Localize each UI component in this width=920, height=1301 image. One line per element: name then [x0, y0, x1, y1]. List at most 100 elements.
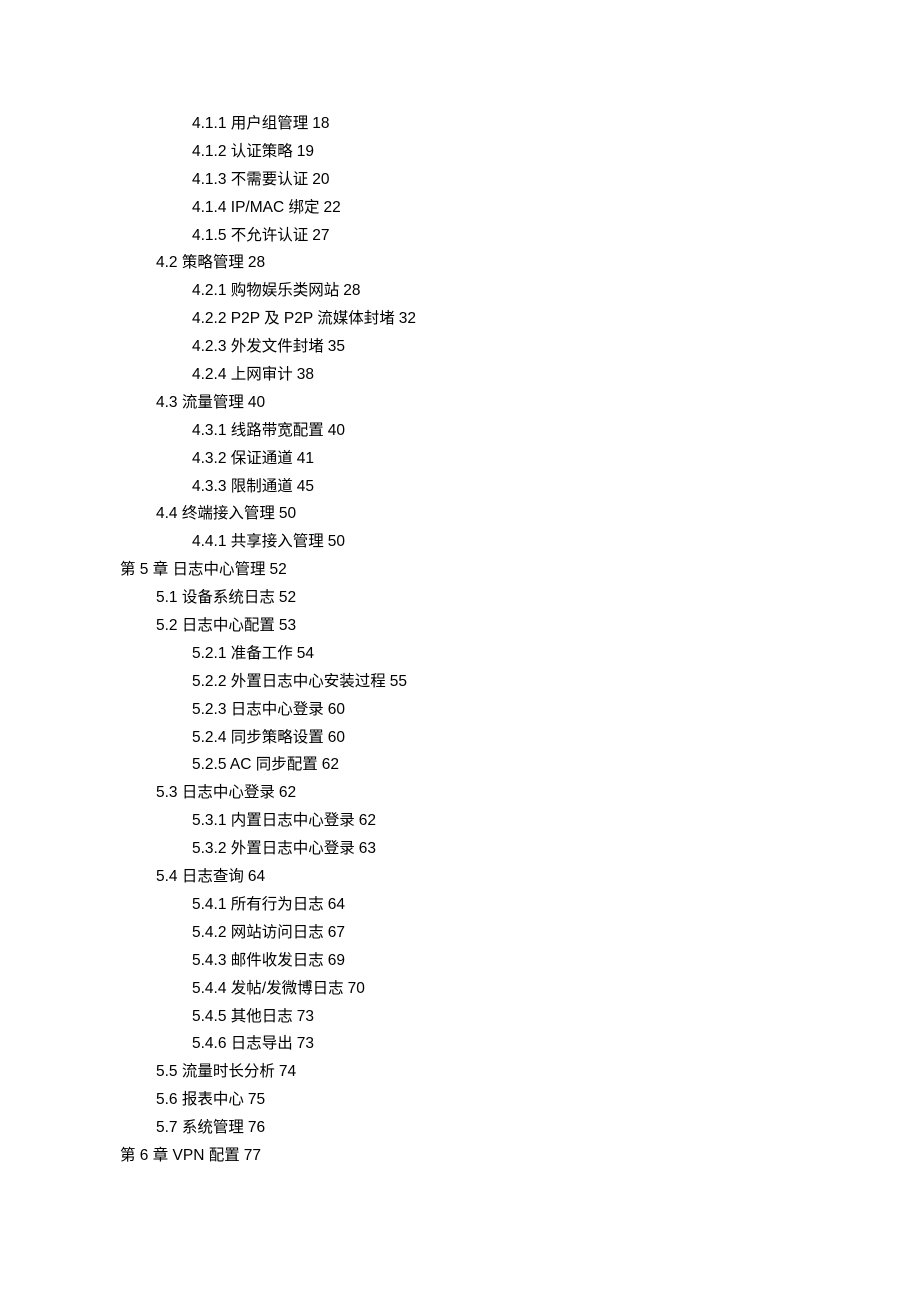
toc-entry-label: 5.4.6 日志导出	[192, 1035, 293, 1052]
toc-entry-page: 27	[312, 227, 329, 244]
toc-entry-label: 5.2.2 外置日志中心安装过程	[192, 673, 386, 690]
toc-entry-label: 4.1.3 不需要认证	[192, 171, 308, 188]
toc-entry-label: 4.2.3 外发文件封堵	[192, 338, 324, 355]
toc-entry[interactable]: 4.1.2 认证策略19	[120, 138, 800, 166]
toc-entry-label: 5.3.1 内置日志中心登录	[192, 812, 355, 829]
toc-entry[interactable]: 5.2 日志中心配置53	[120, 612, 800, 640]
toc-entry[interactable]: 4.4.1 共享接入管理50	[120, 528, 800, 556]
toc-entry-page: 45	[297, 478, 314, 495]
toc-entry[interactable]: 5.7 系统管理76	[120, 1114, 800, 1142]
toc-entry[interactable]: 4.3.1 线路带宽配置40	[120, 417, 800, 445]
toc-entry-label: 4.2 策略管理	[156, 254, 244, 271]
toc-entry-label: 5.6 报表中心	[156, 1091, 244, 1108]
toc-entry-label: 4.4 终端接入管理	[156, 505, 275, 522]
toc-entry[interactable]: 4.2.4 上网审计38	[120, 361, 800, 389]
toc-entry-page: 40	[328, 422, 345, 439]
toc-entry-label: 5.4 日志查询	[156, 868, 244, 885]
toc-entry-page: 73	[297, 1035, 314, 1052]
toc-entry-page: 60	[328, 729, 345, 746]
toc-entry-page: 50	[328, 533, 345, 550]
toc-entry-label: 5.2 日志中心配置	[156, 617, 275, 634]
toc-entry-page: 76	[248, 1119, 265, 1136]
toc-entry[interactable]: 5.2.2 外置日志中心安装过程55	[120, 668, 800, 696]
toc-entry-label: 5.2.1 准备工作	[192, 645, 293, 662]
toc-entry-label: 4.1.1 用户组管理	[192, 115, 308, 132]
toc-entry-page: 35	[328, 338, 345, 355]
toc-entry-page: 63	[359, 840, 376, 857]
toc-entry-page: 22	[323, 199, 340, 216]
toc-entry[interactable]: 5.4.5 其他日志73	[120, 1003, 800, 1031]
toc-entry[interactable]: 第 5 章 日志中心管理52	[120, 556, 800, 584]
toc-entry-label: 第 5 章 日志中心管理	[120, 561, 266, 578]
toc-entry-page: 70	[348, 980, 365, 997]
toc-entry-label: 5.3 日志中心登录	[156, 784, 275, 801]
toc-entry-page: 19	[297, 143, 314, 160]
toc-entry[interactable]: 5.3.1 内置日志中心登录62	[120, 807, 800, 835]
toc-entry-page: 52	[270, 561, 287, 578]
toc-entry[interactable]: 5.2.5 AC 同步配置62	[120, 751, 800, 779]
toc-entry-page: 28	[343, 282, 360, 299]
toc-entry[interactable]: 4.2 策略管理28	[120, 249, 800, 277]
toc-entry[interactable]: 5.4.2 网站访问日志67	[120, 919, 800, 947]
toc-entry-page: 55	[390, 673, 407, 690]
toc-entry-label: 4.2.2 P2P 及 P2P 流媒体封堵	[192, 310, 395, 327]
toc-entry-page: 54	[297, 645, 314, 662]
toc-entry-label: 5.7 系统管理	[156, 1119, 244, 1136]
toc-entry[interactable]: 4.2.1 购物娱乐类网站28	[120, 277, 800, 305]
toc-entry-page: 41	[297, 450, 314, 467]
toc-entry[interactable]: 5.4.6 日志导出73	[120, 1030, 800, 1058]
toc-entry[interactable]: 5.4.1 所有行为日志64	[120, 891, 800, 919]
toc-entry-page: 52	[279, 589, 296, 606]
toc-entry-label: 4.1.2 认证策略	[192, 143, 293, 160]
toc-entry-label: 5.2.5 AC 同步配置	[192, 756, 318, 773]
toc-entry-page: 75	[248, 1091, 265, 1108]
toc-entry[interactable]: 4.3 流量管理40	[120, 389, 800, 417]
toc-entry[interactable]: 5.2.3 日志中心登录60	[120, 696, 800, 724]
toc-entry-label: 4.3 流量管理	[156, 394, 244, 411]
toc-entry-label: 5.5 流量时长分析	[156, 1063, 275, 1080]
toc-entry-page: 38	[297, 366, 314, 383]
toc-entry-label: 5.2.3 日志中心登录	[192, 701, 324, 718]
toc-entry[interactable]: 4.2.2 P2P 及 P2P 流媒体封堵32	[120, 305, 800, 333]
toc-entry-page: 62	[279, 784, 296, 801]
toc-entry-label: 5.4.1 所有行为日志	[192, 896, 324, 913]
toc-entry-label: 5.4.3 邮件收发日志	[192, 952, 324, 969]
toc-entry[interactable]: 4.1.3 不需要认证20	[120, 166, 800, 194]
table-of-contents: 4.1.1 用户组管理184.1.2 认证策略194.1.3 不需要认证204.…	[120, 110, 800, 1170]
toc-entry[interactable]: 4.2.3 外发文件封堵35	[120, 333, 800, 361]
toc-entry-label: 4.2.1 购物娱乐类网站	[192, 282, 339, 299]
toc-entry[interactable]: 第 6 章 VPN 配置77	[120, 1142, 800, 1170]
toc-entry[interactable]: 4.3.2 保证通道41	[120, 445, 800, 473]
toc-entry[interactable]: 4.4 终端接入管理50	[120, 500, 800, 528]
toc-entry-page: 53	[279, 617, 296, 634]
toc-entry-label: 5.4.5 其他日志	[192, 1008, 293, 1025]
toc-entry[interactable]: 5.2.1 准备工作54	[120, 640, 800, 668]
toc-entry[interactable]: 5.4.3 邮件收发日志69	[120, 947, 800, 975]
toc-entry-page: 50	[279, 505, 296, 522]
toc-entry-page: 73	[297, 1008, 314, 1025]
toc-entry-label: 4.1.4 IP/MAC 绑定	[192, 199, 319, 216]
toc-entry[interactable]: 4.3.3 限制通道45	[120, 473, 800, 501]
toc-entry[interactable]: 5.2.4 同步策略设置60	[120, 724, 800, 752]
toc-entry[interactable]: 4.1.5 不允许认证27	[120, 222, 800, 250]
toc-entry-page: 20	[312, 171, 329, 188]
toc-entry[interactable]: 5.6 报表中心75	[120, 1086, 800, 1114]
toc-entry[interactable]: 5.3 日志中心登录62	[120, 779, 800, 807]
toc-entry[interactable]: 4.1.1 用户组管理18	[120, 110, 800, 138]
toc-entry-label: 4.1.5 不允许认证	[192, 227, 308, 244]
toc-entry[interactable]: 5.4 日志查询64	[120, 863, 800, 891]
toc-entry[interactable]: 5.1 设备系统日志52	[120, 584, 800, 612]
toc-entry-page: 74	[279, 1063, 296, 1080]
toc-entry-page: 18	[312, 115, 329, 132]
toc-entry[interactable]: 5.3.2 外置日志中心登录63	[120, 835, 800, 863]
toc-entry-label: 4.3.1 线路带宽配置	[192, 422, 324, 439]
toc-entry-page: 62	[322, 756, 339, 773]
toc-entry[interactable]: 4.1.4 IP/MAC 绑定22	[120, 194, 800, 222]
toc-entry-page: 77	[244, 1147, 261, 1164]
toc-entry[interactable]: 5.4.4 发帖/发微博日志70	[120, 975, 800, 1003]
toc-entry-label: 5.4.4 发帖/发微博日志	[192, 980, 344, 997]
toc-entry-page: 69	[328, 952, 345, 969]
toc-entry[interactable]: 5.5 流量时长分析74	[120, 1058, 800, 1086]
toc-entry-label: 4.2.4 上网审计	[192, 366, 293, 383]
toc-entry-label: 5.1 设备系统日志	[156, 589, 275, 606]
